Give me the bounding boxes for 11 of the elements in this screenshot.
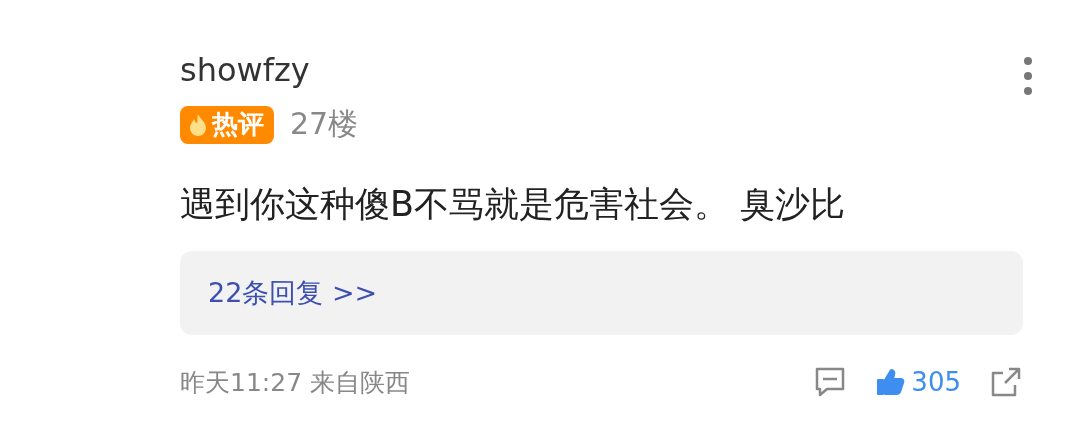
flame-icon <box>188 112 208 137</box>
hot-comment-badge: 热评 <box>180 105 274 144</box>
thumbs-up-icon <box>875 367 906 397</box>
share-icon[interactable] <box>989 365 1023 399</box>
username[interactable]: showfzy <box>180 48 1023 92</box>
like-button[interactable]: 305 <box>875 367 961 397</box>
comment-text: 遇到你这种傻B不骂就是危害社会。 臭沙比 <box>180 183 847 226</box>
floor-number: 27楼 <box>290 105 359 143</box>
more-icon[interactable] <box>1023 56 1033 96</box>
replies-link[interactable]: 22条回复 >> <box>208 275 378 311</box>
timestamp: 昨天11:27 来自陕西 <box>180 366 411 399</box>
